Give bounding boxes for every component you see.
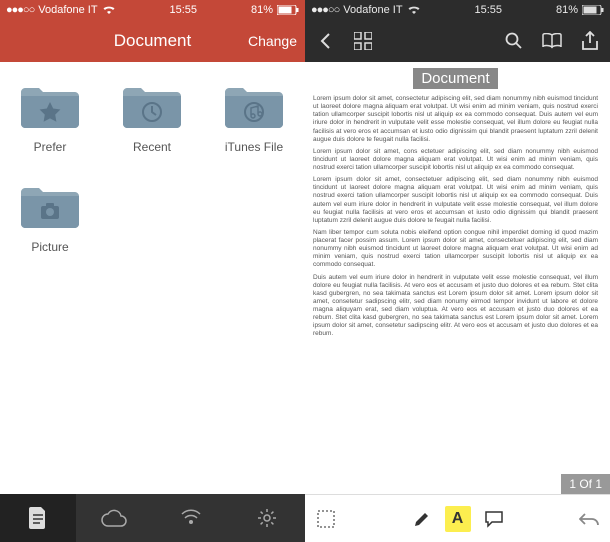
document-paragraph: Lorem ipsum dolor sit amet, consectetur … bbox=[313, 95, 598, 144]
document-area[interactable]: Document Lorem ipsum dolor sit amet, con… bbox=[305, 62, 610, 494]
share-button[interactable] bbox=[578, 29, 602, 53]
pencil-icon bbox=[413, 510, 431, 528]
document-paragraph: Lorem ipsum dolor sit amet, cons ectetue… bbox=[313, 148, 598, 172]
select-tool[interactable] bbox=[311, 504, 341, 534]
header-bar: Document Change bbox=[0, 20, 305, 62]
document-viewer-pane: ●●●○○ Vodafone IT 15:55 81% bbox=[305, 0, 610, 542]
wifi-share-icon bbox=[179, 508, 203, 528]
tab-settings[interactable] bbox=[229, 494, 305, 542]
speech-bubble-icon bbox=[484, 510, 504, 528]
folder-grid: Prefer Recent iTunes File Picture bbox=[0, 62, 305, 494]
search-button[interactable] bbox=[502, 29, 526, 53]
folder-prefer[interactable]: Prefer bbox=[10, 82, 90, 154]
speech-tool[interactable] bbox=[479, 504, 509, 534]
folder-icon bbox=[121, 82, 183, 130]
battery-label: 81% bbox=[251, 4, 273, 16]
signal-icon: ●●●○○ bbox=[6, 4, 34, 16]
folder-picture[interactable]: Picture bbox=[10, 182, 90, 254]
highlight-a-icon: A bbox=[452, 510, 464, 528]
change-button[interactable]: Change bbox=[248, 33, 297, 49]
document-icon bbox=[28, 507, 48, 529]
folder-icon bbox=[223, 82, 285, 130]
carrier-label: Vodafone IT bbox=[38, 4, 97, 16]
gear-icon bbox=[256, 507, 278, 529]
folder-itunes-file[interactable]: iTunes File bbox=[214, 82, 294, 154]
file-browser-pane: ●●●○○ Vodafone IT 15:55 81% Document Cha… bbox=[0, 0, 305, 542]
book-icon bbox=[541, 33, 563, 49]
back-button[interactable] bbox=[313, 29, 337, 53]
status-bar: ●●●○○ Vodafone IT 15:55 81% bbox=[305, 0, 610, 20]
tab-cloud[interactable] bbox=[76, 494, 152, 542]
document-body: Lorem ipsum dolor sit amet, consectetur … bbox=[313, 95, 598, 339]
time-label: 15:55 bbox=[475, 4, 503, 16]
carrier-label: Vodafone IT bbox=[343, 4, 402, 16]
bottom-tabbar bbox=[0, 494, 305, 542]
share-icon bbox=[582, 31, 598, 51]
document-paragraph: Duis autem vel eum iriure dolor in hendr… bbox=[313, 274, 598, 339]
signal-icon: ●●●○○ bbox=[311, 4, 339, 16]
wifi-icon bbox=[102, 5, 116, 15]
cloud-icon bbox=[101, 509, 127, 527]
status-bar: ●●●○○ Vodafone IT 15:55 81% bbox=[0, 0, 305, 20]
folder-label: Prefer bbox=[10, 140, 90, 154]
folder-label: Picture bbox=[10, 240, 90, 254]
folder-icon bbox=[19, 82, 81, 130]
battery-icon bbox=[277, 5, 299, 15]
undo-icon bbox=[579, 512, 599, 526]
tab-documents[interactable] bbox=[0, 494, 76, 542]
grid-icon bbox=[354, 32, 372, 50]
read-button[interactable] bbox=[540, 29, 564, 53]
grid-button[interactable] bbox=[351, 29, 375, 53]
folder-recent[interactable]: Recent bbox=[112, 82, 192, 154]
document-title: Document bbox=[413, 68, 497, 89]
pen-tool[interactable] bbox=[407, 504, 437, 534]
document-paragraph: Nam liber tempor cum soluta nobis eleife… bbox=[313, 229, 598, 270]
page-indicator: 1 Of 1 bbox=[561, 474, 610, 494]
folder-label: iTunes File bbox=[214, 140, 294, 154]
folder-icon bbox=[19, 182, 81, 230]
undo-tool[interactable] bbox=[574, 504, 604, 534]
tab-wifi[interactable] bbox=[153, 494, 229, 542]
chevron-left-icon bbox=[318, 32, 332, 50]
highlight-tool[interactable]: A bbox=[445, 506, 471, 532]
battery-icon bbox=[582, 5, 604, 15]
annotation-toolbar: A bbox=[305, 494, 610, 542]
selection-icon bbox=[317, 510, 335, 528]
search-icon bbox=[505, 32, 523, 50]
document-paragraph: Lorem ipsum dolor sit amet, consectetuer… bbox=[313, 176, 598, 225]
wifi-icon bbox=[407, 5, 421, 15]
battery-label: 81% bbox=[556, 4, 578, 16]
viewer-header bbox=[305, 20, 610, 62]
folder-label: Recent bbox=[112, 140, 192, 154]
time-label: 15:55 bbox=[170, 4, 198, 16]
